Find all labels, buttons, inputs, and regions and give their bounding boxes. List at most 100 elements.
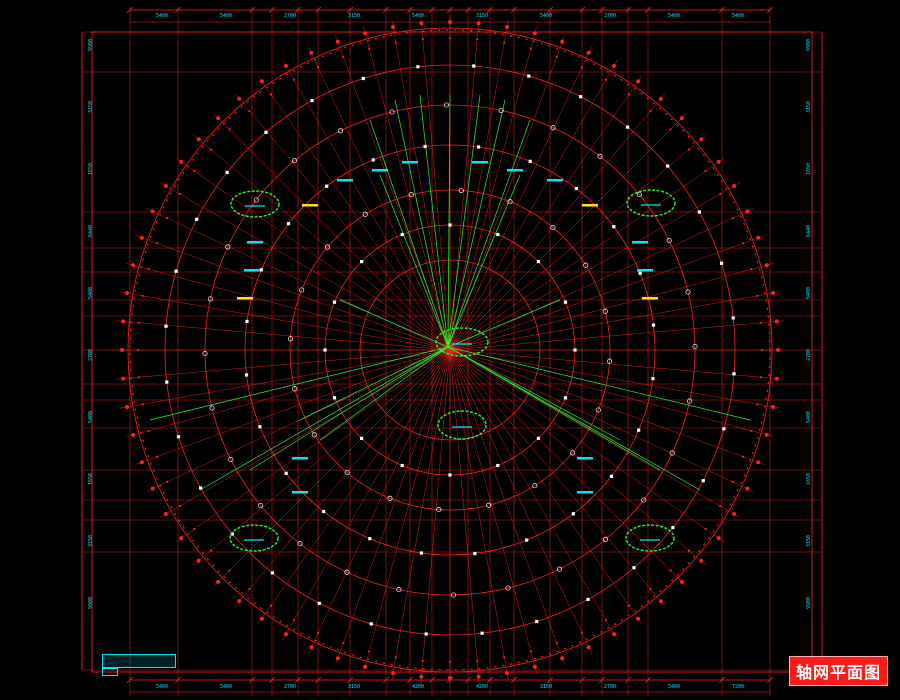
axis-bubble-inner <box>687 549 691 552</box>
right-dimension-label: 3150 <box>806 101 812 113</box>
axis-bubble-inner <box>368 650 371 653</box>
column-marker <box>371 158 375 162</box>
column-marker <box>310 99 314 103</box>
column-marker <box>400 463 404 468</box>
column-marker <box>244 373 249 377</box>
axis-bubble <box>774 376 779 381</box>
axis-bubble-inner <box>750 268 753 271</box>
axis-bubble <box>419 21 424 26</box>
axis-bubble <box>532 664 537 669</box>
column-marker <box>586 597 590 601</box>
column-marker <box>419 551 423 555</box>
top-dimension-label: 2700 <box>604 13 616 19</box>
radial-axis <box>126 263 451 351</box>
bottom-dimension-label: 4200 <box>412 684 424 690</box>
column-marker <box>697 210 701 214</box>
axis-bubble <box>150 486 155 491</box>
column-marker <box>448 473 452 477</box>
radial-axis <box>449 182 741 351</box>
column-marker <box>563 300 568 304</box>
left-dimension-label: 5400 <box>88 411 94 423</box>
axis-bubble <box>679 116 684 121</box>
radial-axis <box>449 349 592 654</box>
column-marker <box>536 260 540 264</box>
column-marker <box>666 164 670 168</box>
axis-bubble-inner <box>555 642 558 645</box>
axis-bubble <box>131 432 136 437</box>
right-dimension-label: 1650 <box>806 163 812 175</box>
axis-bubble <box>560 656 565 661</box>
axis-bubble-inner <box>269 604 273 607</box>
bottom-dimension-label: 2700 <box>604 684 616 690</box>
column-marker <box>496 232 500 237</box>
axis-bubble-inner <box>193 527 196 531</box>
column-marker <box>332 300 337 304</box>
axis-bubble <box>658 96 663 101</box>
axis-bubble-inner <box>503 41 506 44</box>
axis-bubble <box>237 599 242 604</box>
axis-bubble-inner <box>742 242 745 245</box>
section-tag <box>244 269 260 272</box>
highlighted-ray <box>369 119 449 348</box>
section-tag <box>237 297 253 300</box>
axis-bubble-inner <box>228 128 231 131</box>
axis-bubble-inner <box>756 403 759 406</box>
axis-bubble-inner <box>228 569 231 572</box>
axis-bubble <box>121 376 126 381</box>
axis-bubble-inner <box>756 294 759 297</box>
column-marker <box>332 396 337 400</box>
axis-grid-plan-drawing: 5400 5400 2700 3150 5400 3150 5400 2700 5400 5400… <box>81 6 823 696</box>
axis-bubble-inner <box>719 504 722 508</box>
axis-bubble-inner <box>147 268 150 271</box>
top-dimension-label: 3150 <box>476 13 488 19</box>
axis-bubble <box>125 291 129 295</box>
axis-bubble-inner <box>292 619 296 622</box>
highlighted-ray <box>149 346 449 421</box>
axis-bubble-inner <box>704 527 707 531</box>
column-marker <box>448 223 452 227</box>
axis-bubble-inner <box>503 656 506 659</box>
left-dimension-label: 1650 <box>88 163 94 175</box>
axis-bubble-inner <box>136 348 140 352</box>
left-dimension-label: 2700 <box>88 349 94 361</box>
column-marker <box>651 323 656 327</box>
radial-axis <box>449 35 565 351</box>
highlighted-ray <box>394 99 449 348</box>
highlighted-ray <box>447 94 451 348</box>
column-marker <box>400 232 404 237</box>
highlighted-ray <box>447 346 621 441</box>
axis-bubble-inner <box>155 242 158 245</box>
column-marker <box>626 125 630 129</box>
top-dimension-label: 2700 <box>284 13 296 19</box>
axis-bubble <box>505 25 509 29</box>
axis-bubble <box>774 319 779 324</box>
section-tag <box>292 457 308 460</box>
axis-bubble-inner <box>669 569 672 572</box>
axis-bubble <box>131 263 136 268</box>
radial-axis <box>363 26 451 351</box>
column-marker <box>638 271 642 275</box>
revision-cloud <box>229 524 279 552</box>
left-dimension-label: 9900 <box>88 39 94 51</box>
axis-bubble-inner <box>155 455 158 458</box>
axis-bubble <box>636 616 641 621</box>
column-marker <box>360 436 364 440</box>
axis-bubble-inner <box>448 36 452 40</box>
column-marker <box>225 170 229 174</box>
axis-bubble <box>391 25 395 29</box>
column-marker <box>361 76 365 81</box>
highlighted-ray <box>419 94 449 348</box>
axis-bubble-inner <box>731 217 734 220</box>
section-tag <box>637 269 653 272</box>
bottom-dimension-label: 2700 <box>284 684 296 690</box>
axis-bubble-inner <box>209 148 213 151</box>
column-marker <box>651 377 655 381</box>
radial-axis <box>449 349 765 465</box>
top-dimension-label: 5400 <box>156 13 168 19</box>
axis-bubble <box>196 558 201 563</box>
axis-bubble-inner <box>248 109 251 113</box>
revision-cloud <box>437 410 487 440</box>
axis-bubble-inner <box>394 41 397 44</box>
right-dimension-label: 1650 <box>806 473 812 485</box>
column-marker <box>527 74 531 78</box>
